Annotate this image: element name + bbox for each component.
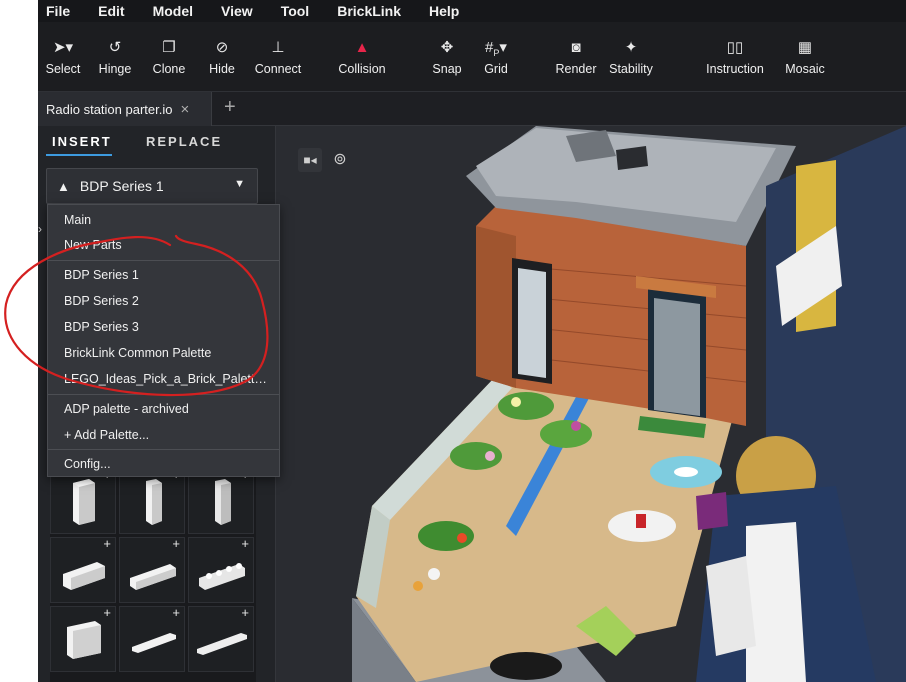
menu-bricklink[interactable]: BrickLink [337, 3, 401, 19]
grid-icon: #P▾ [485, 39, 507, 58]
palette-dropdown: Main New Parts BDP Series 1 BDP Series 2… [47, 204, 280, 477]
new-tab-button[interactable]: + [224, 96, 236, 119]
mosaic-icon: ▦ [797, 39, 813, 56]
menu-help[interactable]: Help [429, 3, 459, 19]
brick-tile[interactable]: + [188, 467, 254, 534]
menu-view[interactable]: View [221, 3, 253, 19]
config-option[interactable]: Config... [48, 451, 279, 477]
collision-tool-button[interactable]: ▲ Collision [338, 38, 385, 76]
brick-tile[interactable]: + [119, 605, 185, 672]
tab-insert[interactable]: INSERT [52, 134, 112, 149]
document-tabbar: Radio station parter.io × + [38, 92, 906, 126]
palette-option-bricklink-common[interactable]: BrickLink Common Palette [48, 340, 279, 366]
cursor-icon: ➤▾ [52, 39, 74, 56]
dropdown-divider [48, 449, 279, 450]
palette-option-bdp-1[interactable]: BDP Series 1 [48, 262, 279, 288]
menu-file[interactable]: File [46, 3, 70, 19]
palette-option-bdp-3[interactable]: BDP Series 3 [48, 314, 279, 340]
clone-tool-button[interactable]: ❐ Clone [153, 38, 186, 76]
brick-tile[interactable]: + [188, 536, 254, 603]
tab-replace[interactable]: REPLACE [146, 134, 222, 149]
brick-tile[interactable]: + [119, 467, 185, 534]
hide-tool-button[interactable]: ⊘ Hide [209, 38, 235, 76]
brick-tile[interactable]: + [119, 536, 185, 603]
eye-slash-icon: ⊘ [215, 39, 229, 56]
palette-selected-label: BDP Series 1 [79, 178, 164, 194]
tab-title: Radio station parter.io [46, 101, 173, 117]
studio-app: File Edit Model View Tool BrickLink Help… [38, 0, 906, 682]
close-icon[interactable]: × [180, 101, 189, 118]
brick-tile[interactable]: + [50, 467, 116, 534]
dropdown-divider [48, 260, 279, 261]
warning-icon: ▲ [354, 39, 370, 56]
menu-model[interactable]: Model [153, 3, 193, 19]
stability-tool-button[interactable]: ✦ Stability [609, 38, 653, 76]
add-palette-option[interactable]: + Add Palette... [48, 422, 279, 448]
brick-tile[interactable]: + [50, 536, 116, 603]
select-tool-button[interactable]: ➤▾ Select [46, 38, 81, 76]
palette-select[interactable]: ▲ BDP Series 1 ▼ [46, 168, 258, 204]
chevron-down-icon: ▼ [234, 178, 245, 190]
render-tool-button[interactable]: ◙ Render [556, 38, 597, 76]
menu-tool[interactable]: Tool [281, 3, 310, 19]
expand-arrow-icon[interactable]: › [38, 222, 42, 236]
stability-icon: ✦ [624, 39, 638, 56]
connect-icon: ⊥ [271, 39, 285, 56]
add-icon[interactable]: + [241, 605, 249, 620]
snap-tool-button[interactable]: ✥ Snap [432, 38, 461, 76]
palette-option-main[interactable]: Main [48, 207, 279, 233]
palette-option-bdp-2[interactable]: BDP Series 2 [48, 288, 279, 314]
brick-tile[interactable]: + [50, 605, 116, 672]
clone-icon: ❐ [162, 39, 176, 56]
camera-icon: ◙ [571, 39, 581, 56]
hinge-icon: ↺ [108, 39, 122, 56]
connect-tool-button[interactable]: ⊥ Connect [255, 38, 302, 76]
palette-option-new-parts[interactable]: New Parts [48, 232, 279, 258]
mosaic-tool-button[interactable]: ▦ Mosaic [785, 38, 825, 76]
brick-tile[interactable]: + [188, 605, 254, 672]
hinge-tool-button[interactable]: ↺ Hinge [99, 38, 132, 76]
active-tab-indicator [46, 154, 112, 156]
add-icon[interactable]: + [241, 536, 249, 551]
snap-icon: ✥ [440, 39, 454, 56]
palette-option-adp-archived[interactable]: ADP palette - archived [48, 396, 279, 422]
add-icon[interactable]: + [103, 536, 111, 551]
palette-option-lego-ideas[interactable]: LEGO_Ideas_Pick_a_Brick_Palette_... [48, 366, 279, 392]
instruction-tool-button[interactable]: ▯▯ Instruction [706, 38, 764, 76]
menu-edit[interactable]: Edit [98, 3, 124, 19]
3d-viewport[interactable]: ■◂ ⊚ [276, 126, 906, 682]
add-icon[interactable]: + [172, 605, 180, 620]
grid-tool-button[interactable]: #P▾ Grid [484, 38, 508, 76]
brick-grid: + + + + + + + [50, 467, 256, 682]
menubar: File Edit Model View Tool BrickLink Help [38, 0, 906, 22]
add-icon[interactable]: + [172, 536, 180, 551]
toolbar: ➤▾ Select ↺ Hinge ❐ Clone ⊘ Hide ⊥ Conne… [38, 22, 906, 92]
palette-icon: ▲ [57, 178, 70, 194]
add-icon[interactable]: + [103, 605, 111, 620]
tab-radio-station[interactable]: Radio station parter.io × [38, 92, 212, 126]
dropdown-divider [48, 394, 279, 395]
book-icon: ▯▯ [726, 39, 744, 56]
lego-model-render [352, 126, 906, 682]
